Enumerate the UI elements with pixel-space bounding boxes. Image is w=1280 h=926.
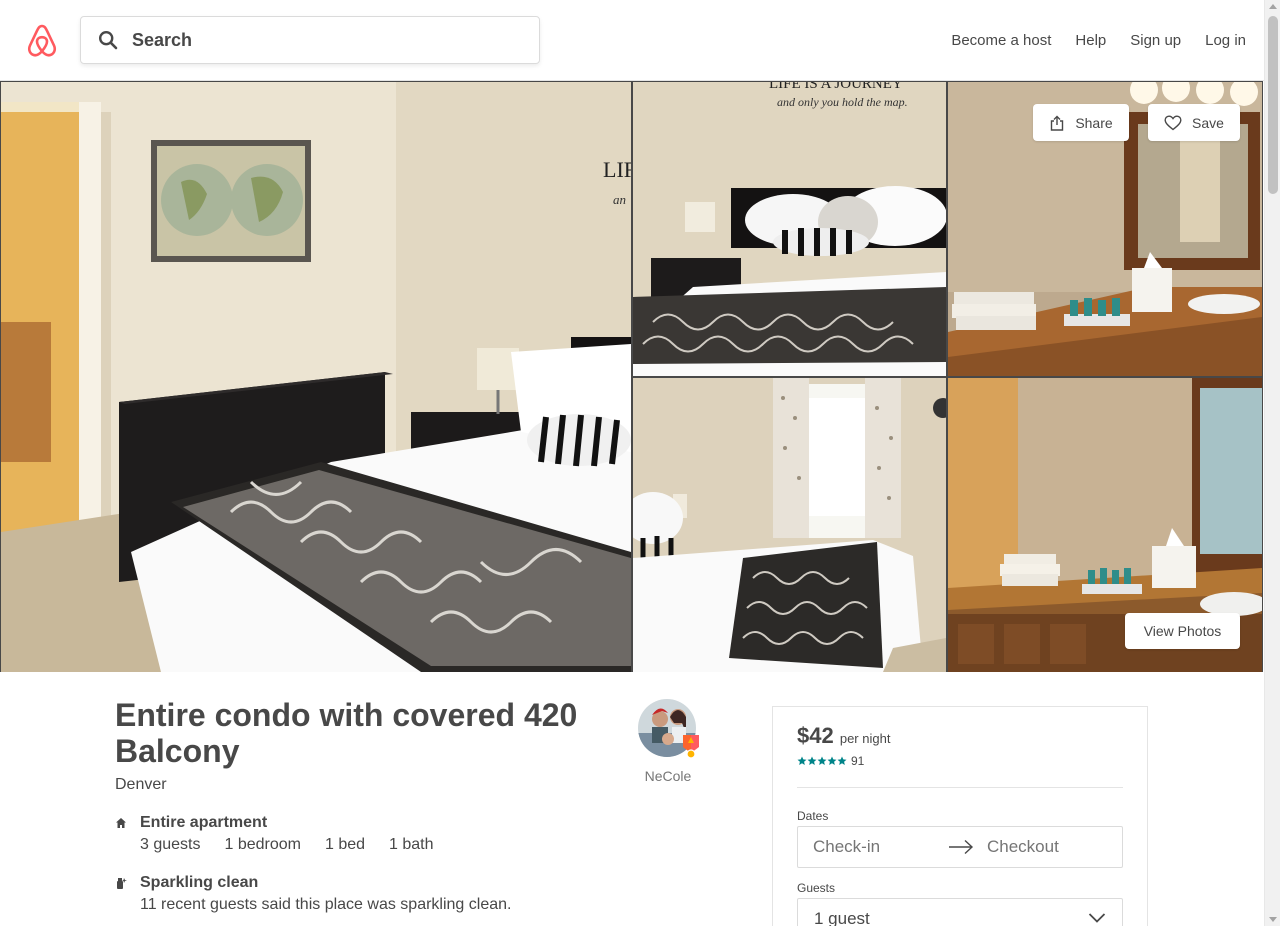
divider <box>797 787 1123 788</box>
checkout-input[interactable]: Checkout <box>987 837 1059 857</box>
photo-bedroom-window[interactable] <box>633 378 946 672</box>
view-photos-button[interactable]: View Photos <box>1125 613 1240 649</box>
share-label: Share <box>1075 114 1113 131</box>
guests-select[interactable]: 1 guest <box>797 898 1123 926</box>
guests-label: Guests <box>797 881 836 895</box>
host-profile[interactable]: NeCole <box>638 699 699 784</box>
save-label: Save <box>1192 114 1224 131</box>
stat-beds: 1 bed <box>324 836 366 853</box>
star-icon <box>807 756 817 765</box>
chevron-down-icon <box>1088 913 1106 923</box>
dates-label: Dates <box>797 809 829 823</box>
star-icon <box>827 756 837 765</box>
share-icon <box>1051 115 1064 131</box>
star-icon <box>797 756 807 765</box>
feature-title: Entire apartment <box>140 814 268 831</box>
photo-main-bedroom[interactable]: LIF an <box>1 82 631 672</box>
scroll-up-arrow-icon[interactable] <box>1269 4 1277 9</box>
nav-become-host[interactable]: Become a host <box>951 32 1051 49</box>
airbnb-logo-icon[interactable] <box>26 24 58 58</box>
listing-title: Entire condo with covered 420 Balcony <box>115 697 578 769</box>
home-icon <box>116 818 126 828</box>
scrollbar-thumb[interactable] <box>1268 16 1278 194</box>
booking-card: $42 per night 91 Dates Check-in Checkout… <box>772 706 1148 926</box>
checkin-input[interactable]: Check-in <box>813 837 880 857</box>
review-count[interactable]: 91 <box>851 754 864 768</box>
sparkle-icon <box>117 878 127 889</box>
top-nav: Become a host Help Sign up Log in <box>927 0 1246 80</box>
photo-bed[interactable]: LIFE IS A JOURNEY and only you hold the … <box>633 82 946 376</box>
search-icon <box>98 30 118 50</box>
feature-description: 11 recent guests said this place was spa… <box>140 896 512 913</box>
photo-gallery: LIF an LIFE IS A JOURNEY and only you ho… <box>0 81 1263 672</box>
listing-location[interactable]: Denver <box>115 776 167 794</box>
scroll-down-arrow-icon[interactable] <box>1269 917 1277 922</box>
listing-stats: 3 guests 1 bedroom 1 bed 1 bath <box>140 836 458 854</box>
guests-value: 1 guest <box>814 909 870 926</box>
nav-log-in[interactable]: Log in <box>1205 32 1246 49</box>
wall-quote-sub: and only you hold the map. <box>777 95 908 109</box>
svg-text:LIF: LIF <box>603 157 631 182</box>
price: $42 per night <box>797 723 890 749</box>
search-bar[interactable]: Search <box>80 16 540 64</box>
price-per-night: per night <box>839 731 891 746</box>
price-amount: $42 <box>797 723 834 748</box>
svg-text:an: an <box>613 192 626 207</box>
stat-bedrooms: 1 bedroom <box>224 836 301 853</box>
arrow-right-icon <box>949 839 974 855</box>
star-icon <box>837 756 847 765</box>
star-icon <box>817 756 827 765</box>
feature-title: Sparkling clean <box>140 874 259 891</box>
stat-guests: 3 guests <box>140 836 201 853</box>
wall-quote-text: LIFE IS A JOURNEY <box>769 82 903 92</box>
heart-icon <box>1164 114 1182 130</box>
host-name[interactable]: NeCole <box>638 768 698 784</box>
share-button[interactable]: Share <box>1033 104 1129 141</box>
nav-sign-up[interactable]: Sign up <box>1130 32 1181 49</box>
superhost-badge-icon <box>683 735 699 759</box>
page-scrollbar[interactable] <box>1264 0 1280 926</box>
search-placeholder[interactable]: Search <box>132 30 192 51</box>
rating-stars[interactable]: 91 <box>797 754 864 768</box>
stat-baths: 1 bath <box>389 836 434 853</box>
save-button[interactable]: Save <box>1148 104 1240 141</box>
date-range-picker: Check-in Checkout <box>797 826 1123 868</box>
nav-help[interactable]: Help <box>1075 32 1106 49</box>
top-header: Search Become a host Help Sign up Log in <box>0 0 1264 81</box>
